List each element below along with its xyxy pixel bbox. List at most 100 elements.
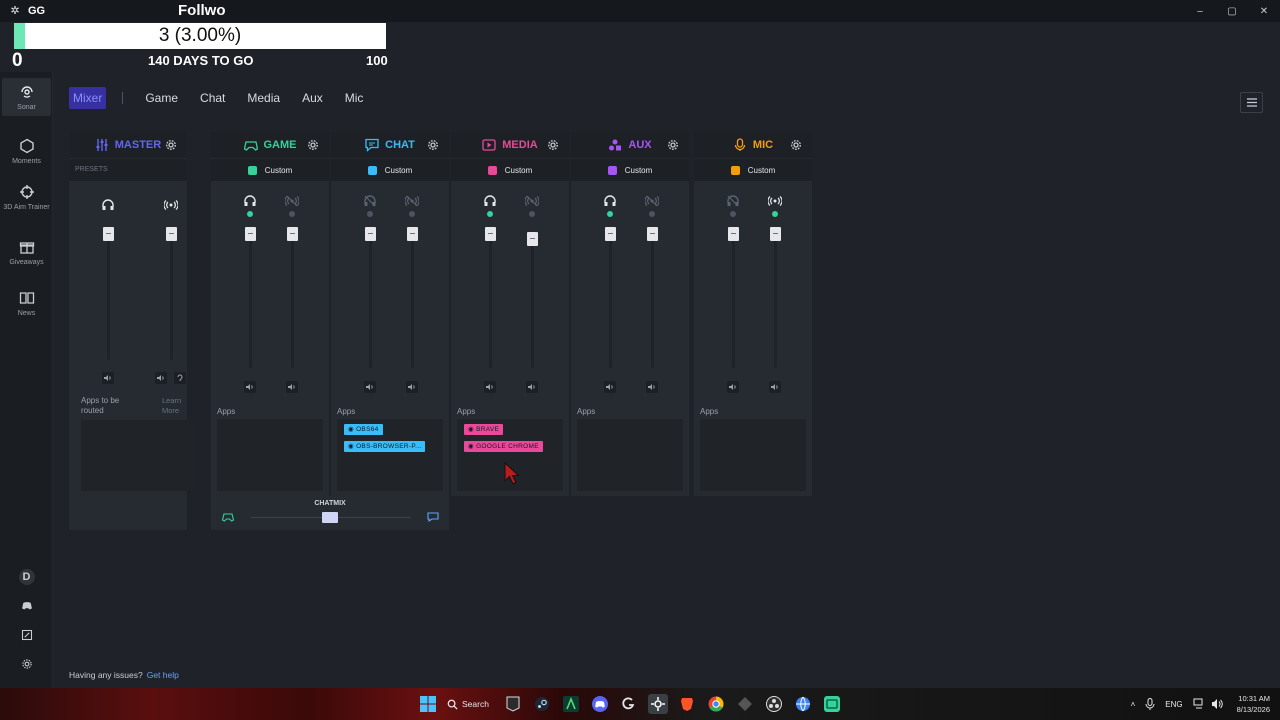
taskbar-app-green[interactable] xyxy=(822,694,842,714)
volume-track[interactable] xyxy=(411,232,414,368)
mute-button[interactable] xyxy=(604,381,616,393)
volume-slider-handle[interactable] xyxy=(245,227,256,241)
broadcast-icon[interactable] xyxy=(405,194,419,208)
preset-selector[interactable]: Custom xyxy=(211,159,329,181)
volume-track[interactable] xyxy=(107,228,110,360)
tab-game[interactable]: Game xyxy=(145,87,178,109)
mute-button[interactable] xyxy=(526,381,538,393)
taskbar-app-a[interactable] xyxy=(561,694,581,714)
taskbar-obs[interactable] xyxy=(764,694,784,714)
sidebar-item-aim-trainer[interactable]: 3D Aim Trainer xyxy=(2,184,51,212)
preset-selector[interactable]: Custom xyxy=(331,159,449,181)
headphones-icon[interactable] xyxy=(726,194,740,208)
broadcast-icon[interactable] xyxy=(768,194,782,208)
mute-button[interactable] xyxy=(769,381,781,393)
broadcast-icon[interactable] xyxy=(164,198,178,212)
volume-track[interactable] xyxy=(732,232,735,368)
volume-slider-handle[interactable] xyxy=(728,227,739,241)
volume-track[interactable] xyxy=(531,232,534,368)
tab-chat[interactable]: Chat xyxy=(200,87,225,109)
volume-slider-handle[interactable] xyxy=(103,227,114,241)
sidebar-item-giveaways[interactable]: Giveaways xyxy=(2,239,51,267)
apps-drop-zone[interactable] xyxy=(700,419,806,491)
minimize-button[interactable]: – xyxy=(1184,0,1216,22)
gear-icon[interactable] xyxy=(667,139,679,151)
headphones-icon[interactable] xyxy=(243,194,257,208)
broadcast-icon[interactable] xyxy=(645,194,659,208)
headphones-icon[interactable] xyxy=(101,198,115,212)
tab-media[interactable]: Media xyxy=(247,87,280,109)
discord-button[interactable] xyxy=(0,600,53,612)
maximize-button[interactable]: ▢ xyxy=(1216,0,1248,22)
close-button[interactable]: ✕ xyxy=(1248,0,1280,22)
volume-slider-handle[interactable] xyxy=(770,227,781,241)
language-indicator[interactable]: ENG xyxy=(1165,700,1182,709)
preset-selector[interactable]: Custom xyxy=(571,159,689,181)
routed-app-chip[interactable]: ◉ OBS64 xyxy=(344,424,383,435)
volume-track[interactable] xyxy=(609,232,612,368)
volume-track[interactable] xyxy=(369,232,372,368)
taskbar-steelseries-gg[interactable] xyxy=(647,694,668,714)
volume-slider-handle[interactable] xyxy=(365,227,376,241)
chatmix-slider-handle[interactable] xyxy=(322,512,338,523)
volume-slider-handle[interactable] xyxy=(527,232,538,246)
volume-icon[interactable] xyxy=(1211,698,1223,710)
taskbar-clock[interactable]: 10:31 AM 8/13/2026 xyxy=(1237,693,1270,715)
headphones-icon[interactable] xyxy=(363,194,377,208)
feedback-button[interactable] xyxy=(0,629,53,641)
gear-icon[interactable] xyxy=(307,139,319,151)
microphone-icon[interactable] xyxy=(1145,698,1155,710)
volume-track[interactable] xyxy=(774,232,777,368)
mute-button[interactable] xyxy=(155,372,167,384)
gear-icon[interactable] xyxy=(790,139,802,151)
mute-button[interactable] xyxy=(727,381,739,393)
routed-app-chip[interactable]: ◉ GOOGLE CHROME xyxy=(464,441,543,452)
broadcast-icon[interactable] xyxy=(525,194,539,208)
taskbar-epic-games[interactable] xyxy=(503,694,523,714)
routed-app-chip[interactable]: ◉ OBS-BROWSER-P... xyxy=(344,441,426,452)
taskbar-discord[interactable] xyxy=(590,694,610,714)
tray-overflow-chevron-icon[interactable]: ˄ xyxy=(1131,700,1136,709)
mute-button[interactable] xyxy=(484,381,496,393)
gear-icon[interactable] xyxy=(547,139,559,151)
network-icon[interactable] xyxy=(1193,698,1205,710)
volume-slider-handle[interactable] xyxy=(647,227,658,241)
taskbar-app-dark[interactable] xyxy=(735,694,755,714)
mute-button[interactable] xyxy=(364,381,376,393)
volume-track[interactable] xyxy=(249,232,252,368)
volume-track[interactable] xyxy=(170,228,173,360)
volume-slider-handle[interactable] xyxy=(166,227,177,241)
mute-button[interactable] xyxy=(102,372,114,384)
volume-slider-handle[interactable] xyxy=(287,227,298,241)
sidebar-item-news[interactable]: News xyxy=(2,290,51,318)
volume-track[interactable] xyxy=(651,232,654,368)
volume-slider-handle[interactable] xyxy=(485,227,496,241)
preset-selector[interactable]: Custom xyxy=(451,159,569,181)
headphones-icon[interactable] xyxy=(603,194,617,208)
volume-track[interactable] xyxy=(489,232,492,368)
sidebar-item-sonar[interactable]: Sonar xyxy=(2,78,51,116)
start-button[interactable] xyxy=(418,694,438,714)
broadcast-icon[interactable] xyxy=(285,194,299,208)
taskbar-search[interactable]: Search xyxy=(447,694,489,714)
headphones-icon[interactable] xyxy=(483,194,497,208)
monitor-button[interactable] xyxy=(174,372,186,384)
tab-mixer[interactable]: Mixer xyxy=(69,87,107,109)
taskbar-ghub[interactable] xyxy=(619,694,639,714)
taskbar-brave[interactable] xyxy=(677,694,697,714)
gear-icon[interactable] xyxy=(165,139,177,151)
menu-button[interactable] xyxy=(1240,92,1263,113)
volume-slider-handle[interactable] xyxy=(605,227,616,241)
mute-button[interactable] xyxy=(406,381,418,393)
get-help-link[interactable]: Get help xyxy=(147,670,179,680)
gear-icon[interactable] xyxy=(427,139,439,151)
tab-aux[interactable]: Aux xyxy=(302,87,323,109)
user-avatar[interactable]: D xyxy=(0,569,53,585)
tab-mic[interactable]: Mic xyxy=(345,87,364,109)
volume-slider-handle[interactable] xyxy=(407,227,418,241)
apps-drop-zone[interactable] xyxy=(577,419,683,491)
learn-more-link[interactable]: Learn More xyxy=(162,396,188,416)
sidebar-item-moments[interactable]: Moments xyxy=(2,138,51,166)
mute-button[interactable] xyxy=(646,381,658,393)
settings-button[interactable] xyxy=(0,658,53,670)
